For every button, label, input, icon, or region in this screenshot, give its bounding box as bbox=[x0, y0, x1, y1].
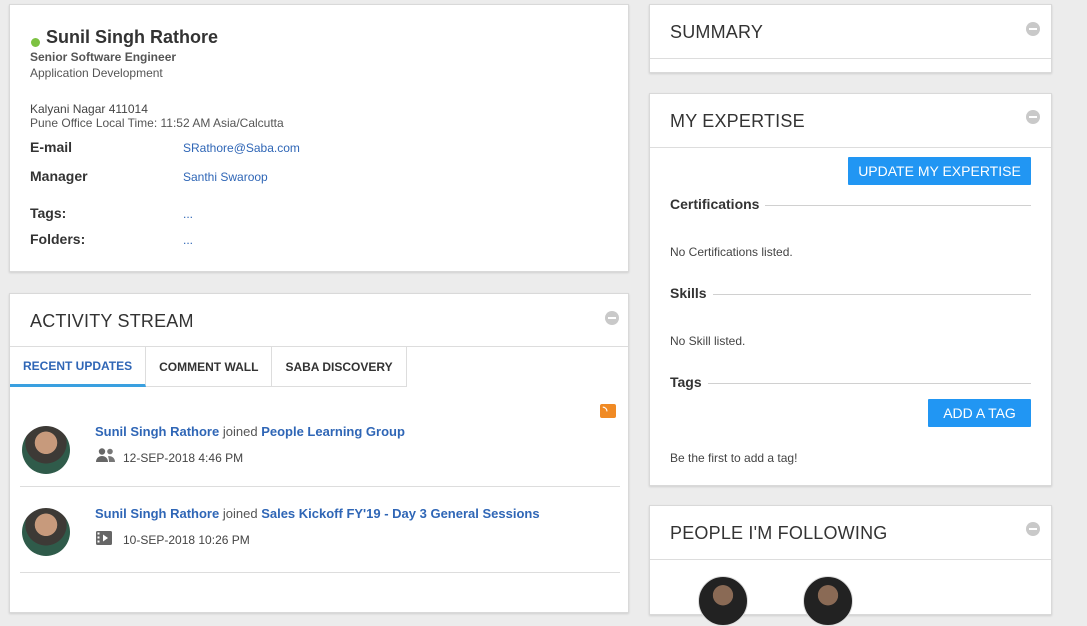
profile-job-title: Senior Software Engineer bbox=[30, 50, 177, 64]
item-divider bbox=[20, 572, 620, 573]
activity-verb: joined bbox=[222, 506, 258, 521]
activity-date: 12-SEP-2018 4:46 PM bbox=[123, 451, 244, 465]
tags-heading: Tags bbox=[670, 374, 708, 390]
my-expertise-title: MY EXPERTISE bbox=[670, 111, 805, 131]
profile-local-time: Pune Office Local Time: 11:52 AM Asia/Ca… bbox=[30, 116, 284, 130]
tags-empty-text: Be the first to add a tag! bbox=[670, 451, 798, 465]
profile-name: Sunil Singh Rathore bbox=[46, 27, 219, 47]
header-divider bbox=[650, 58, 1051, 59]
avatar[interactable] bbox=[698, 576, 748, 626]
collapse-icon[interactable] bbox=[1026, 522, 1040, 536]
activity-stream-panel: ACTIVITY STREAM RECENT UPDATES COMMENT W… bbox=[9, 293, 629, 613]
tab-saba-discovery[interactable]: SABA DISCOVERY bbox=[272, 347, 407, 387]
activity-user-link[interactable]: Sunil Singh Rathore bbox=[95, 424, 219, 439]
activity-verb: joined bbox=[222, 424, 258, 439]
rss-feed-icon[interactable]: ◝ bbox=[600, 404, 616, 418]
activity-text: Sunil Singh Rathore joined People Learni… bbox=[95, 424, 405, 439]
add-a-tag-button[interactable]: ADD A TAG bbox=[928, 399, 1031, 427]
summary-panel: SUMMARY bbox=[649, 4, 1052, 73]
manager-label: Manager bbox=[30, 168, 88, 184]
activity-user-link[interactable]: Sunil Singh Rathore bbox=[95, 506, 219, 521]
update-my-expertise-button[interactable]: UPDATE MY EXPERTISE bbox=[848, 157, 1031, 185]
tab-comment-wall[interactable]: COMMENT WALL bbox=[146, 347, 273, 387]
skills-heading: Skills bbox=[670, 285, 713, 301]
activity-target-link[interactable]: People Learning Group bbox=[261, 424, 405, 439]
video-icon bbox=[95, 529, 113, 551]
profile-card: Sunil Singh Rathore Senior Software Engi… bbox=[9, 4, 629, 272]
collapse-icon[interactable] bbox=[605, 311, 619, 325]
folders-label: Folders: bbox=[30, 231, 86, 247]
activity-stream-title: ACTIVITY STREAM bbox=[30, 311, 194, 331]
header-divider bbox=[650, 147, 1051, 148]
section-divider bbox=[670, 383, 1031, 384]
activity-text: Sunil Singh Rathore joined Sales Kickoff… bbox=[95, 506, 540, 521]
activity-tabs: RECENT UPDATES COMMENT WALL SABA DISCOVE… bbox=[10, 347, 407, 387]
email-link[interactable]: SRathore@Saba.com bbox=[183, 141, 300, 155]
activity-date: 10-SEP-2018 10:26 PM bbox=[123, 533, 250, 547]
profile-department: Application Development bbox=[30, 66, 163, 80]
header-divider bbox=[650, 559, 1051, 560]
tab-recent-updates[interactable]: RECENT UPDATES bbox=[10, 347, 147, 387]
tags-more-link[interactable]: ... bbox=[183, 207, 193, 221]
online-status-icon bbox=[31, 38, 40, 47]
skills-empty-text: No Skill listed. bbox=[670, 334, 746, 348]
avatar[interactable] bbox=[22, 508, 70, 556]
section-divider bbox=[670, 294, 1031, 295]
tags-label: Tags: bbox=[30, 205, 67, 221]
certifications-empty-text: No Certifications listed. bbox=[670, 245, 793, 259]
people-following-title: PEOPLE I'M FOLLOWING bbox=[670, 523, 888, 543]
summary-title: SUMMARY bbox=[670, 22, 764, 42]
collapse-icon[interactable] bbox=[1026, 110, 1040, 124]
my-expertise-panel: MY EXPERTISE UPDATE MY EXPERTISE Certifi… bbox=[649, 93, 1052, 486]
avatar[interactable] bbox=[803, 576, 853, 626]
people-following-panel: PEOPLE I'M FOLLOWING bbox=[649, 505, 1052, 626]
certifications-heading: Certifications bbox=[670, 196, 766, 212]
profile-address: Kalyani Nagar 411014 bbox=[30, 102, 148, 116]
collapse-icon[interactable] bbox=[1026, 22, 1040, 36]
email-label: E-mail bbox=[30, 139, 73, 155]
manager-link[interactable]: Santhi Swaroop bbox=[183, 170, 268, 184]
folders-more-link[interactable]: ... bbox=[183, 233, 193, 247]
activity-target-link[interactable]: Sales Kickoff FY'19 - Day 3 General Sess… bbox=[261, 506, 539, 521]
avatar[interactable] bbox=[22, 426, 70, 474]
item-divider bbox=[20, 486, 620, 487]
group-icon bbox=[95, 447, 117, 467]
